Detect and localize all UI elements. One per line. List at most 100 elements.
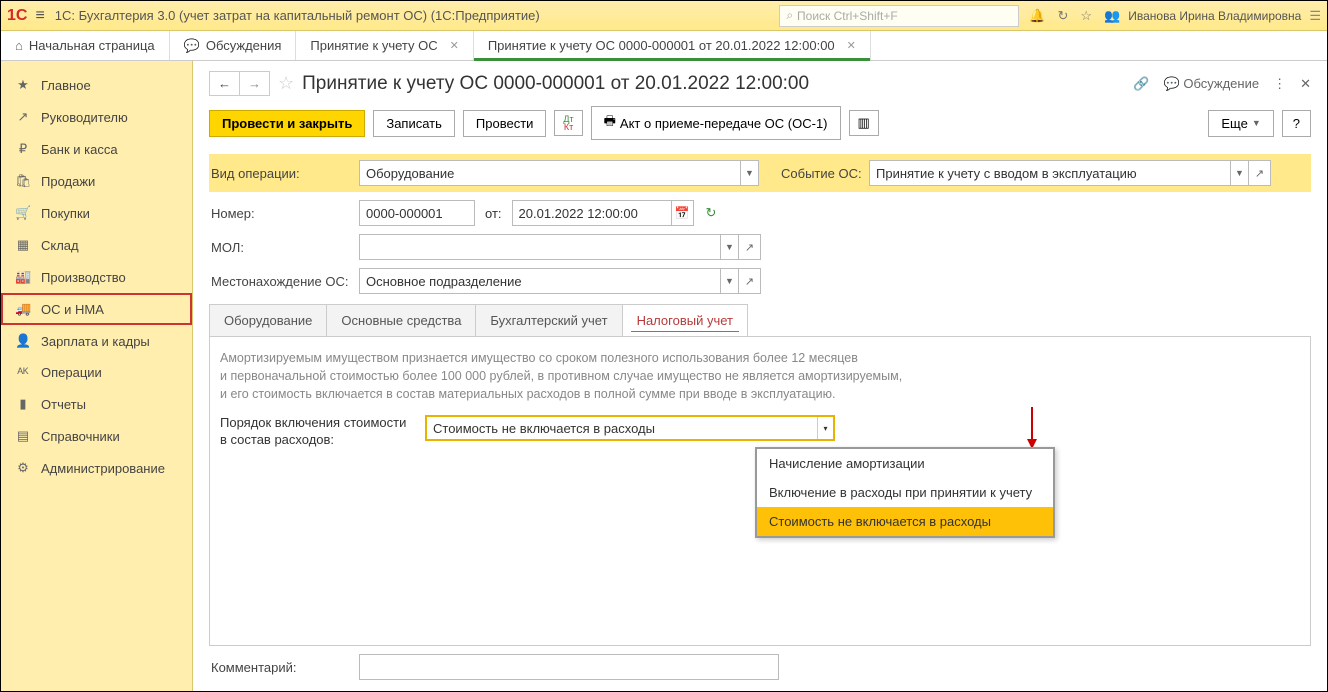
row-location: Местонахождение ОС: Основное подразделен… — [209, 268, 1311, 294]
dropdown-option-include-on-accept[interactable]: Включение в расходы при принятии к учету — [757, 478, 1053, 507]
home-icon: ⌂ — [15, 38, 23, 53]
number-input[interactable]: 0000-000001 — [359, 200, 475, 226]
discuss-icon[interactable]: 💬 Обсуждение — [1164, 76, 1260, 92]
toolbar: Провести и закрыть Записать Провести ДтК… — [209, 106, 1311, 140]
close-icon[interactable]: ✕ — [847, 39, 856, 52]
help-button[interactable]: ? — [1282, 110, 1311, 137]
post-button[interactable]: Провести — [463, 110, 547, 137]
sidebar-item-payroll[interactable]: 👤Зарплата и кадры — [1, 325, 192, 357]
sidebar-item-warehouse[interactable]: ▦Склад — [1, 229, 192, 261]
save-button[interactable]: Записать — [373, 110, 455, 137]
list-icon: ▤ — [15, 428, 31, 444]
grid-icon: ▦ — [15, 237, 31, 253]
tab-accept-os-doc[interactable]: Принятие к учету ОС 0000-000001 от 20.01… — [474, 31, 871, 60]
post-and-close-button[interactable]: Провести и закрыть — [209, 110, 365, 137]
bell-icon[interactable]: 🔔 — [1029, 8, 1045, 24]
sidebar-item-os-nma[interactable]: 🚚ОС и НМА — [1, 293, 192, 325]
chevron-down-icon[interactable]: ▼ — [720, 269, 738, 293]
ruble-icon: ₽ — [15, 141, 31, 157]
dropdown-option-not-included[interactable]: Стоимость не включается в расходы — [757, 507, 1053, 536]
tab-discussions[interactable]: 💬 Обсуждения — [170, 31, 297, 60]
close-icon[interactable]: ✕ — [1300, 76, 1311, 92]
cost-order-dropdown: Начисление амортизации Включение в расхо… — [755, 447, 1055, 538]
gear-icon: ⚙ — [15, 460, 31, 476]
tab-strip: ⌂ Начальная страница 💬 Обсуждения Принят… — [1, 31, 1327, 61]
more-icon[interactable]: ⋮ — [1273, 76, 1286, 92]
related-docs-button[interactable]: ▥ — [849, 110, 879, 136]
tab-home-label: Начальная страница — [29, 38, 155, 53]
more-button[interactable]: Еще ▼ — [1208, 110, 1273, 137]
bars-icon: ▮ — [15, 396, 31, 412]
calendar-icon[interactable]: 📅 — [672, 200, 694, 226]
sidebar-item-catalogs[interactable]: ▤Справочники — [1, 420, 192, 452]
chevron-down-icon[interactable]: ▼ — [740, 161, 758, 185]
refresh-icon[interactable]: ↻ — [706, 205, 717, 221]
dtab-accounting[interactable]: Бухгалтерский учет — [475, 304, 622, 336]
form-area: Вид операции: Оборудование ▼ Событие ОС:… — [209, 154, 1311, 680]
location-label: Местонахождение ОС: — [209, 274, 359, 289]
comment-label: Комментарий: — [209, 660, 359, 675]
chevron-down-icon[interactable]: ▼ — [1230, 161, 1248, 185]
content: ← → ☆ Принятие к учету ОС 0000-000001 от… — [193, 61, 1327, 691]
factory-icon: 🏭 — [15, 269, 31, 285]
sidebar-item-production[interactable]: 🏭Производство — [1, 261, 192, 293]
dtkt-button[interactable]: ДтКт — [554, 110, 582, 136]
close-icon[interactable]: ✕ — [450, 39, 459, 52]
chat-icon: 💬 — [184, 38, 200, 54]
tab-home[interactable]: ⌂ Начальная страница — [1, 31, 170, 60]
sidebar-item-reports[interactable]: ▮Отчеты — [1, 388, 192, 420]
open-external-button[interactable]: ↗ — [739, 268, 761, 294]
cart-icon: 🛒 — [15, 205, 31, 221]
favorite-star-icon[interactable]: ☆ — [278, 73, 294, 94]
sidebar-item-main[interactable]: ★Главное — [1, 69, 192, 101]
search-icon: ⌕ — [786, 8, 793, 23]
tab-label: Принятие к учету ОС 0000-000001 от 20.01… — [488, 38, 835, 53]
history-icon[interactable]: ↻ — [1058, 8, 1069, 24]
event-select[interactable]: Принятие к учету с вводом в эксплуатацию… — [869, 160, 1249, 186]
username[interactable]: Иванова Ирина Владимировна — [1128, 9, 1301, 23]
sidebar-item-operations[interactable]: ᴬᴷОперации — [1, 357, 192, 388]
printer-icon: 🖶 — [604, 112, 616, 134]
chevron-down-icon[interactable]: ▼ — [720, 235, 738, 259]
sidebar-item-sales[interactable]: 🛍Продажи — [1, 165, 192, 197]
mol-select[interactable]: ▼ — [359, 234, 739, 260]
print-act-button[interactable]: 🖶 Акт о приеме-передаче ОС (ОС-1) — [591, 106, 841, 140]
tab-discussions-label: Обсуждения — [206, 38, 282, 53]
detail-pane: Амортизируемым имуществом признается иму… — [209, 336, 1311, 646]
sidebar-item-purchase[interactable]: 🛒Покупки — [1, 197, 192, 229]
operation-select[interactable]: Оборудование ▼ — [359, 160, 759, 186]
forward-button[interactable]: → — [240, 72, 269, 95]
row-cost-order: Порядок включения стоимости в состав рас… — [220, 415, 1300, 449]
sidebar-item-admin[interactable]: ⚙Администрирование — [1, 452, 192, 484]
back-button[interactable]: ← — [210, 72, 240, 95]
open-external-button[interactable]: ↗ — [739, 234, 761, 260]
date-input[interactable]: 20.01.2022 12:00:00 — [512, 200, 672, 226]
chevron-down-icon[interactable]: ▾ — [817, 417, 833, 439]
hint-text: Амортизируемым имуществом признается иму… — [220, 349, 1300, 403]
open-external-button[interactable]: ↗ — [1249, 160, 1271, 186]
sidebar-item-bank[interactable]: ₽Банк и касса — [1, 133, 192, 165]
dtab-fixed-assets[interactable]: Основные средства — [326, 304, 476, 336]
star-icon: ★ — [15, 77, 31, 93]
comment-input[interactable] — [359, 654, 779, 680]
doc-title: Принятие к учету ОС 0000-000001 от 20.01… — [302, 73, 1125, 95]
location-select[interactable]: Основное подразделение ▼ — [359, 268, 739, 294]
logo-1c: 1C — [7, 7, 27, 25]
top-icons: 🔔 ↻ ☆ 👥 — [1029, 8, 1120, 24]
chevron-down-icon: ▼ — [1252, 118, 1261, 128]
hamburger-icon[interactable]: ≡ — [35, 7, 44, 25]
menu-lines-icon[interactable]: ☰ — [1309, 8, 1321, 24]
dtab-equipment[interactable]: Оборудование — [209, 304, 327, 336]
tab-accept-os-list[interactable]: Принятие к учету ОС ✕ — [296, 31, 473, 60]
dropdown-option-amortization[interactable]: Начисление амортизации — [757, 449, 1053, 478]
topbar: 1C ≡ 1С: Бухгалтерия 3.0 (учет затрат на… — [1, 1, 1327, 31]
search-input[interactable]: ⌕ Поиск Ctrl+Shift+F — [779, 5, 1019, 27]
cost-order-select[interactable]: Стоимость не включается в расходы ▾ — [425, 415, 835, 441]
sidebar-item-manager[interactable]: ↗Руководителю — [1, 101, 192, 133]
number-label: Номер: — [209, 206, 359, 221]
users-icon[interactable]: 👥 — [1104, 8, 1120, 24]
dtab-tax[interactable]: Налоговый учет — [622, 304, 748, 336]
star-icon[interactable]: ☆ — [1080, 8, 1092, 24]
link-icon[interactable]: 🔗 — [1133, 76, 1149, 92]
operation-label: Вид операции: — [209, 166, 359, 181]
